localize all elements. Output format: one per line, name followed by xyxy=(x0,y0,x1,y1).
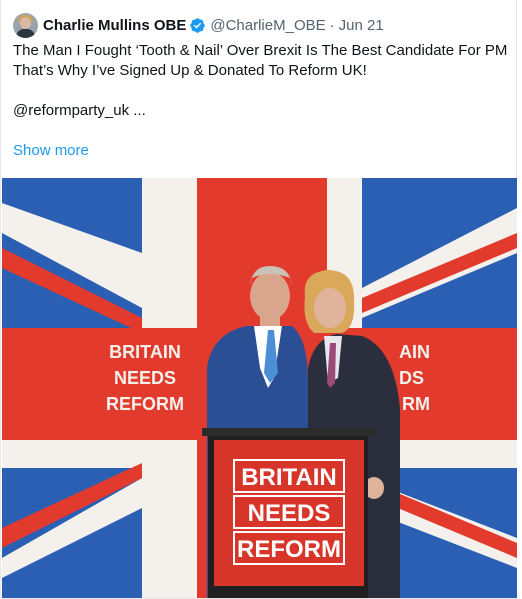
tweet-text-line-2: That’s Why I’ve Signed Up & Donated To R… xyxy=(13,62,367,79)
podium-text-line-1: BRITAIN xyxy=(241,464,337,491)
tweet-photo[interactable]: BRITAIN NEEDS REFORM AIN DS RM BRITAIN N… xyxy=(2,178,517,598)
banner-text-line-1: BRITAIN xyxy=(109,342,181,362)
show-more-link[interactable]: Show more xyxy=(13,142,89,159)
right-banner-line-2: DS xyxy=(399,368,424,388)
banner-text-line-3: REFORM xyxy=(106,394,184,414)
photo-canvas: BRITAIN NEEDS REFORM AIN DS RM BRITAIN N… xyxy=(2,178,517,598)
right-banner-line-1: AIN xyxy=(399,342,430,362)
tweet-header: Charlie Mullins OBE @CharlieM_OBE · Jun … xyxy=(13,12,384,38)
separator-dot: · xyxy=(329,16,335,34)
podium-text-line-2: NEEDS xyxy=(248,500,331,527)
author-name[interactable]: Charlie Mullins OBE xyxy=(43,17,186,34)
avatar[interactable] xyxy=(13,12,38,38)
podium: BRITAIN NEEDS REFORM xyxy=(202,428,374,598)
tweet-card[interactable]: Charlie Mullins OBE @CharlieM_OBE · Jun … xyxy=(0,0,517,599)
tweet-date[interactable]: Jun 21 xyxy=(339,17,384,34)
tweet-text-line-1: The Man I Fought ‘Tooth & Nail’ Over Bre… xyxy=(13,42,508,59)
verified-badge-icon xyxy=(190,17,206,33)
banner-text-line-2: NEEDS xyxy=(114,368,176,388)
podium-text-line-3: REFORM xyxy=(237,536,341,563)
tweet-text-mention[interactable]: @reformparty_uk ... xyxy=(13,101,508,121)
author-handle[interactable]: @CharlieM_OBE xyxy=(210,17,325,34)
right-banner-line-3: RM xyxy=(402,394,430,414)
tweet-text: The Man I Fought ‘Tooth & Nail’ Over Bre… xyxy=(13,41,508,121)
